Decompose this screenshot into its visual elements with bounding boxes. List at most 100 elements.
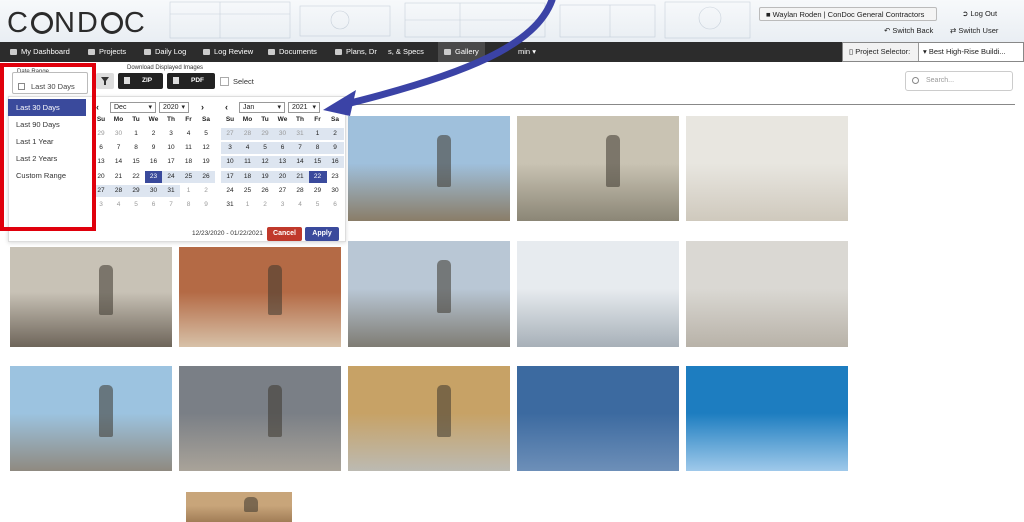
day-cell-right[interactable]: 6 xyxy=(326,199,344,211)
day-cell-left[interactable]: 14 xyxy=(110,156,128,168)
day-cell-left[interactable]: 18 xyxy=(180,156,198,168)
nav-daily-log[interactable]: Daily Log xyxy=(144,42,186,62)
nav-projects[interactable]: Projects xyxy=(88,42,126,62)
day-cell-right[interactable]: 16 xyxy=(326,156,344,169)
gallery-thumbnail[interactable] xyxy=(179,247,341,347)
day-cell-right[interactable]: 2 xyxy=(256,199,274,211)
day-cell-left[interactable]: 1 xyxy=(180,185,198,197)
day-cell-left[interactable]: 29 xyxy=(127,184,145,197)
day-cell-left[interactable]: 3 xyxy=(162,128,180,140)
day-cell-left[interactable]: 9 xyxy=(145,142,163,154)
day-cell-left[interactable]: 7 xyxy=(110,142,128,154)
gallery-thumbnail[interactable] xyxy=(179,366,341,471)
day-cell-left[interactable]: 11 xyxy=(180,142,198,154)
nav-gallery[interactable]: Gallery xyxy=(438,42,485,62)
day-cell-left[interactable]: 31 xyxy=(162,184,180,197)
gallery-thumbnail[interactable] xyxy=(686,116,848,221)
day-cell-left[interactable]: 17 xyxy=(162,156,180,168)
day-cell-right[interactable]: 11 xyxy=(238,156,257,169)
right-month-select[interactable]: Jan ▾ xyxy=(239,102,285,113)
gallery-thumbnail[interactable] xyxy=(348,116,510,221)
gallery-thumbnail[interactable] xyxy=(686,241,848,347)
day-cell-right[interactable]: 14 xyxy=(291,156,309,169)
day-cell-right[interactable]: 2 xyxy=(326,128,344,140)
day-cell-right[interactable]: 19 xyxy=(256,170,274,183)
day-cell-right[interactable]: 13 xyxy=(273,156,292,169)
day-cell-right[interactable]: 10 xyxy=(221,156,239,169)
day-cell-left[interactable]: 5 xyxy=(197,128,215,140)
day-cell-left[interactable]: 8 xyxy=(180,199,198,211)
nav-admin[interactable]: min ▾ xyxy=(518,42,536,62)
gallery-thumbnail[interactable] xyxy=(348,241,510,347)
day-cell-left[interactable]: 5 xyxy=(127,199,145,211)
day-cell-right[interactable]: 5 xyxy=(256,142,274,155)
day-cell-left[interactable]: 24 xyxy=(162,170,180,183)
next-month-icon-left[interactable]: › xyxy=(201,102,204,112)
nav-plans-drawings-specs[interactable]: Plans, Dr xyxy=(335,42,377,62)
day-cell-left[interactable]: 26 xyxy=(197,170,215,183)
gallery-thumbnail[interactable] xyxy=(517,241,679,347)
day-cell-right[interactable]: 31 xyxy=(291,128,309,140)
day-cell-right[interactable]: 23 xyxy=(326,171,344,183)
day-cell-right[interactable]: 18 xyxy=(238,170,257,183)
cancel-button[interactable]: Cancel xyxy=(267,227,302,241)
day-cell-right[interactable]: 28 xyxy=(291,185,309,197)
day-cell-left[interactable]: 1 xyxy=(127,128,145,140)
day-cell-right[interactable]: 1 xyxy=(308,128,327,140)
project-selector[interactable]: ▯ Project Selector: ▾ Best High-Rise Bui… xyxy=(842,42,1024,62)
day-cell-right[interactable]: 9 xyxy=(326,142,344,155)
day-cell-left[interactable]: 2 xyxy=(197,185,215,197)
gallery-thumbnail[interactable] xyxy=(186,492,292,522)
filter-button[interactable] xyxy=(96,73,114,89)
day-cell-right[interactable]: 27 xyxy=(274,185,292,197)
gallery-thumbnail[interactable] xyxy=(686,366,848,471)
prev-month-icon-right[interactable]: ‹ xyxy=(225,102,228,112)
day-cell-left[interactable]: 30 xyxy=(144,184,163,197)
day-cell-right[interactable]: 24 xyxy=(221,185,239,197)
day-cell-left[interactable]: 10 xyxy=(162,142,180,154)
day-cell-left[interactable]: 2 xyxy=(145,128,163,140)
day-cell-right[interactable]: 30 xyxy=(326,185,344,197)
day-cell-right[interactable]: 4 xyxy=(238,142,257,155)
day-cell-right[interactable]: 5 xyxy=(309,199,327,211)
day-cell-right[interactable]: 21 xyxy=(291,170,309,183)
select-checkbox[interactable] xyxy=(220,77,229,86)
nav-documents[interactable]: Documents xyxy=(268,42,317,62)
day-cell-right[interactable]: 27 xyxy=(221,128,239,140)
day-cell-left[interactable]: 23 xyxy=(144,170,163,183)
day-cell-left[interactable]: 28 xyxy=(109,184,128,197)
day-cell-right[interactable]: 22 xyxy=(308,170,327,183)
day-cell-right[interactable]: 6 xyxy=(273,142,292,155)
day-cell-left[interactable]: 6 xyxy=(145,199,163,211)
day-cell-left[interactable]: 15 xyxy=(127,156,145,168)
day-cell-right[interactable]: 4 xyxy=(291,199,309,211)
nav-log-review[interactable]: Log Review xyxy=(203,42,253,62)
gallery-thumbnail[interactable] xyxy=(517,366,679,471)
gallery-thumbnail[interactable] xyxy=(517,116,679,221)
day-cell-right[interactable]: 8 xyxy=(308,142,327,155)
day-cell-left[interactable]: 9 xyxy=(197,199,215,211)
day-cell-left[interactable]: 7 xyxy=(162,199,180,211)
day-cell-right[interactable]: 28 xyxy=(238,128,257,140)
condoc-logo[interactable]: C ND C xyxy=(7,7,147,40)
day-cell-right[interactable]: 29 xyxy=(256,128,274,140)
zip-button[interactable]: ZIP xyxy=(118,73,163,89)
day-cell-right[interactable]: 31 xyxy=(221,199,239,211)
nav-my-dashboard[interactable]: My Dashboard xyxy=(10,42,70,62)
left-month-select[interactable]: Dec ▾ xyxy=(110,102,156,113)
day-cell-right[interactable]: 25 xyxy=(239,185,257,197)
user-account-box[interactable]: ■ Waylan Roden | ConDoc General Contract… xyxy=(759,7,937,21)
day-cell-right[interactable]: 17 xyxy=(221,170,239,183)
day-cell-left[interactable]: 12 xyxy=(197,142,215,154)
day-cell-right[interactable]: 12 xyxy=(256,156,274,169)
day-cell-right[interactable]: 30 xyxy=(273,128,292,140)
day-cell-left[interactable]: 25 xyxy=(179,170,198,183)
switch-user-link[interactable]: ⇄ Switch User xyxy=(950,26,998,35)
day-cell-left[interactable]: 4 xyxy=(180,128,198,140)
left-year-select[interactable]: 2020 ▾ xyxy=(159,102,189,113)
switch-back-link[interactable]: ↶ Switch Back xyxy=(884,26,933,35)
day-cell-left[interactable]: 22 xyxy=(127,171,145,183)
day-cell-right[interactable]: 29 xyxy=(309,185,327,197)
day-cell-right[interactable]: 1 xyxy=(239,199,257,211)
day-cell-right[interactable]: 3 xyxy=(274,199,292,211)
